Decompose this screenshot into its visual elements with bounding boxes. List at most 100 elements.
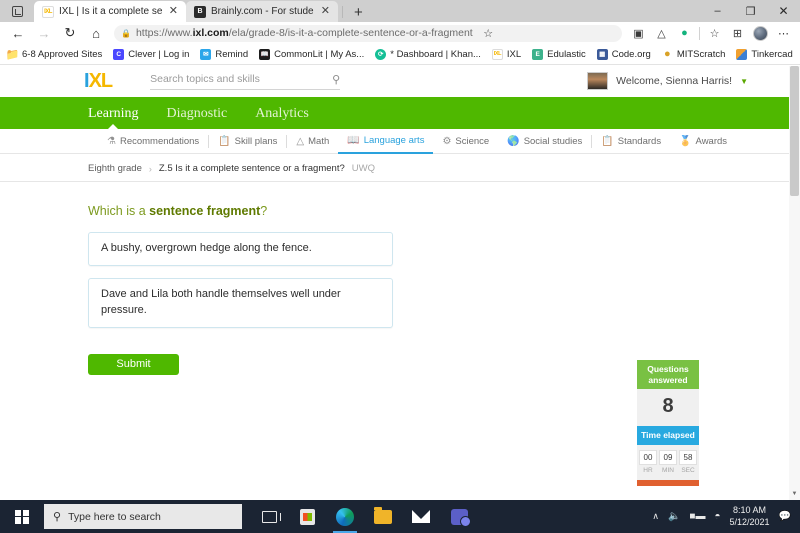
subnav-label: Standards — [617, 135, 662, 147]
scratch-icon: ● — [664, 48, 671, 60]
bookmarks-bar: 📁 6-8 Approved Sites C Clever | Log in ✉… — [0, 44, 800, 65]
subnav-label: Skill plans — [234, 135, 278, 147]
address-bar[interactable]: 🔒 https://www.ixl.com/ela/grade-8/is-it-… — [114, 23, 622, 43]
bookmark-clever[interactable]: C Clever | Log in — [113, 48, 189, 60]
back-button[interactable]: ← — [6, 23, 30, 43]
chevron-down-icon[interactable]: ▼ — [740, 77, 748, 86]
scroll-down-arrow[interactable]: ▼ — [789, 489, 800, 500]
home-button[interactable]: ⌂ — [84, 23, 108, 43]
reload-button[interactable]: ↻ — [58, 23, 82, 43]
url-domain: ixl.com — [192, 27, 229, 39]
search-box[interactable]: ⚲ — [150, 73, 341, 90]
close-icon[interactable]: ✕ — [319, 6, 332, 17]
question-area: Which is a sentence fragment? A bushy, o… — [0, 182, 800, 486]
welcome-label: Welcome, Sienna Harris! — [616, 75, 733, 87]
maximize-button[interactable]: ❐ — [734, 0, 767, 22]
task-view-icon[interactable] — [250, 500, 288, 533]
tab-diagnostic[interactable]: Diagnostic — [167, 106, 228, 129]
browser-tab-ixl[interactable]: IXL IXL | Is it a complete sentence or ✕ — [34, 1, 186, 22]
breadcrumb-grade[interactable]: Eighth grade — [88, 163, 142, 174]
grammarly-icon[interactable]: ● — [674, 23, 695, 43]
ixl-logo[interactable]: I XL — [84, 70, 113, 92]
bookmark-label: Code.org — [611, 48, 651, 60]
bookmark-commonlit[interactable]: 📖 CommonLit | My As... — [259, 48, 364, 60]
notification-icon[interactable]: 💬 — [779, 511, 791, 522]
mail-icon[interactable] — [402, 500, 440, 533]
prompt-emphasis: sentence fragment — [149, 204, 261, 218]
add-to-collection-icon[interactable]: ⊞ — [727, 23, 748, 43]
subnav-item-social-studies[interactable]: 🌎 Social studies — [498, 129, 591, 154]
score-panel: Questions answered 8 Time elapsed 00 HR … — [637, 360, 699, 486]
taskbar-apps — [250, 500, 478, 533]
lock-icon: 🔒 — [121, 28, 131, 38]
bookmark-codeorg[interactable]: ▦ Code.org — [596, 48, 651, 60]
search-input[interactable] — [150, 73, 333, 85]
close-window-button[interactable]: ✕ — [767, 0, 800, 22]
prompt-prefix: Which is a — [88, 204, 150, 218]
wifi-icon[interactable]: ◓ — [714, 511, 720, 522]
forward-button[interactable]: → — [32, 23, 56, 43]
edge-icon[interactable] — [326, 500, 364, 533]
battery-icon[interactable]: ■▬ — [689, 511, 705, 522]
minimize-button[interactable]: – — [701, 0, 734, 22]
prompt-suffix: ? — [260, 204, 268, 218]
bookmark-approved-sites[interactable]: 📁 6-8 Approved Sites — [7, 49, 102, 60]
subnav-label: Language arts — [363, 134, 425, 146]
subnav-item-awards[interactable]: 🏅 Awards — [670, 129, 736, 154]
timer-minutes: 09 MIN — [659, 449, 677, 474]
bookmark-edulastic[interactable]: E Edulastic — [532, 48, 586, 60]
collections-icon[interactable]: ▣ — [628, 23, 649, 43]
timer-seconds-label: SEC — [681, 466, 695, 474]
math-icon: △ — [296, 135, 305, 147]
timer-hours-label: HR — [643, 466, 653, 474]
search-icon: ⚲ — [53, 511, 62, 523]
show-hidden-icons-icon[interactable]: ∧ — [652, 511, 659, 522]
subnav-item-math[interactable]: △ Math — [287, 129, 338, 154]
tab-analytics[interactable]: Analytics — [255, 106, 309, 129]
subnav-item-language-arts[interactable]: 📖 Language arts — [338, 129, 434, 154]
close-icon[interactable]: ✕ — [167, 6, 180, 17]
bookmark-tinkercad[interactable]: Tinkercad — [736, 48, 793, 60]
submit-button[interactable]: Submit — [88, 353, 179, 375]
browser-tab-brainly[interactable]: B Brainly.com - For students. By st ✕ — [186, 1, 338, 22]
teams-icon[interactable] — [440, 500, 478, 533]
settings-more-icon[interactable]: ⋯ — [773, 23, 794, 43]
bookmark-ixl[interactable]: IXL IXL — [491, 48, 521, 60]
tinkercad-icon — [736, 48, 748, 60]
subnav-item-science[interactable]: ⚙ Science — [433, 129, 498, 154]
volume-icon[interactable]: 🔈 — [668, 511, 680, 522]
bookmark-khan[interactable]: ⟳ * Dashboard | Khan... — [375, 48, 481, 60]
subnav-item-skill-plans[interactable]: 📋 Skill plans — [209, 129, 286, 154]
page-scrollbar[interactable]: ▲ ▼ — [789, 66, 800, 500]
smartscore-header: SmartScore out of 100 ? — [637, 479, 699, 486]
profile-avatar[interactable] — [750, 23, 771, 43]
search-icon[interactable]: ⚲ — [332, 73, 340, 86]
new-tab-button[interactable]: + — [347, 5, 370, 22]
scrollbar-thumb[interactable] — [790, 66, 799, 196]
codeorg-icon: ▦ — [596, 48, 608, 60]
extension-icon[interactable]: △ — [651, 23, 672, 43]
taskbar-search[interactable]: ⚲ Type here to search — [44, 504, 242, 529]
file-explorer-icon[interactable] — [364, 500, 402, 533]
favorite-star-icon[interactable]: ☆ — [478, 23, 499, 43]
subnav-item-recommendations[interactable]: ⚗ Recommendations — [98, 129, 208, 154]
question-prompt: Which is a sentence fragment? — [88, 204, 618, 218]
social-studies-icon: 🌎 — [507, 135, 520, 147]
subnav-label: Math — [308, 135, 330, 147]
bookmark-label: * Dashboard | Khan... — [390, 48, 481, 60]
subnav-label: Social studies — [523, 135, 583, 147]
favorites-bar-icon[interactable]: ☆ — [704, 23, 725, 43]
tab-learning[interactable]: Learning — [88, 106, 139, 129]
avatar — [587, 72, 609, 90]
microsoft-store-icon[interactable] — [288, 500, 326, 533]
start-button[interactable] — [0, 500, 44, 533]
answer-choice-2[interactable]: Dave and Lila both handle themselves wel… — [88, 277, 393, 328]
recommendations-icon: ⚗ — [107, 135, 116, 147]
bookmark-remind[interactable]: ✉ Remind — [200, 48, 248, 60]
bookmark-scratch[interactable]: ● MITScratch — [662, 48, 725, 60]
subnav-label: Science — [455, 135, 490, 147]
subnav-item-standards[interactable]: 📋 Standards — [592, 129, 670, 154]
user-menu[interactable]: Welcome, Sienna Harris! ▼ — [587, 72, 748, 90]
taskbar-clock[interactable]: 8:10 AM 5/12/2021 — [730, 505, 770, 528]
answer-choice-1[interactable]: A bushy, overgrown hedge along the fence… — [88, 232, 393, 266]
